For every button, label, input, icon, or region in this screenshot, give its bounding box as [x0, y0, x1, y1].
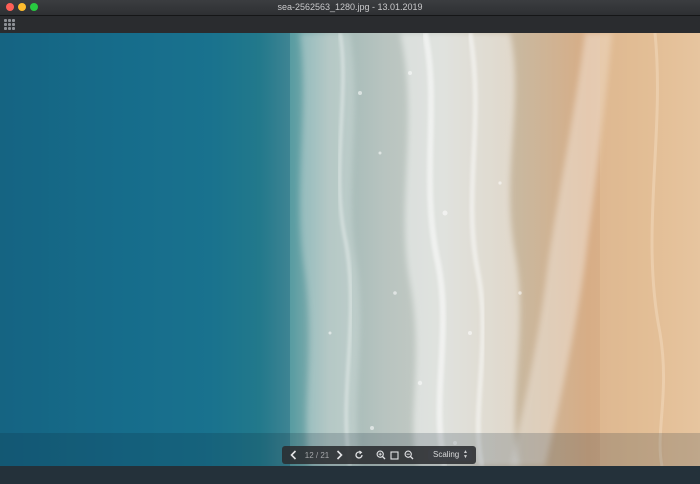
fit-window-icon[interactable] — [389, 446, 400, 464]
select-arrows-icon: ▲ ▼ — [463, 449, 468, 460]
photo-surf-texture — [0, 33, 700, 466]
grid-icon[interactable] — [4, 19, 15, 30]
displayed-photo — [0, 33, 700, 466]
rotate-icon[interactable] — [353, 446, 364, 464]
status-bar — [0, 466, 700, 484]
zoom-out-icon[interactable] — [403, 446, 415, 464]
zoom-in-icon[interactable] — [375, 446, 386, 464]
toolbar — [0, 16, 700, 33]
title-bar: sea-2562563_1280.jpg - 13.01.2019 — [0, 0, 700, 16]
chevron-left-icon[interactable] — [288, 446, 298, 464]
chevron-right-icon[interactable] — [334, 446, 344, 464]
navigation-controls: 12 / 21 Scaling ▲ ▼ — [282, 446, 476, 464]
scaling-select[interactable]: Scaling ▲ ▼ — [428, 449, 472, 461]
scaling-select-label: Scaling — [433, 450, 460, 459]
viewer-window: sea-2562563_1280.jpg - 13.01.2019 12 / 2… — [0, 0, 700, 484]
window-title: sea-2562563_1280.jpg - 13.01.2019 — [277, 2, 423, 12]
image-counter: 12 / 21 — [304, 450, 330, 460]
